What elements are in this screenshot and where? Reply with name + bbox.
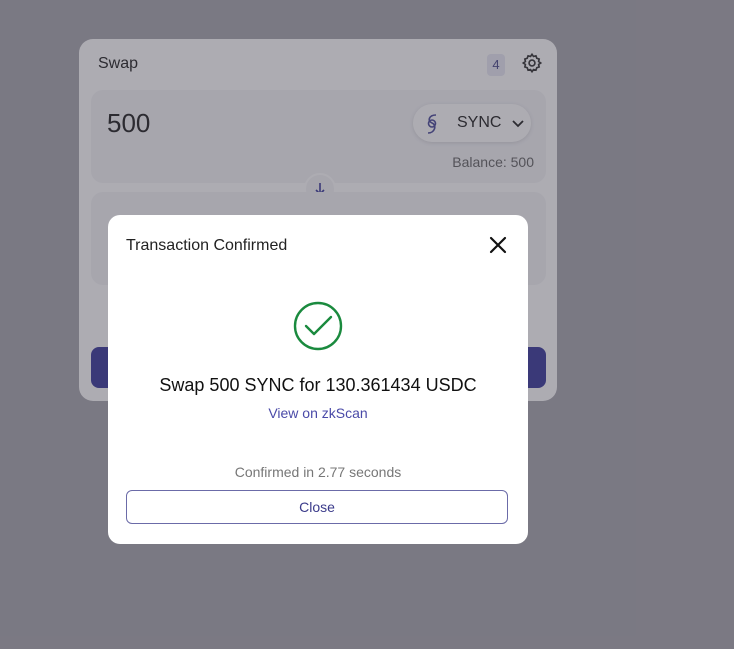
transaction-confirmed-modal: Transaction Confirmed Swap 500 SYNC for … xyxy=(108,215,528,544)
view-on-zkscan-link[interactable]: View on zkScan xyxy=(108,405,528,421)
close-button[interactable]: Close xyxy=(126,490,508,524)
close-icon[interactable] xyxy=(488,235,508,255)
check-circle-icon xyxy=(293,301,343,351)
swap-summary: Swap 500 SYNC for 130.361434 USDC xyxy=(159,375,477,395)
modal-title: Transaction Confirmed xyxy=(126,237,288,254)
confirmation-time: Confirmed in 2.77 seconds xyxy=(234,464,402,480)
